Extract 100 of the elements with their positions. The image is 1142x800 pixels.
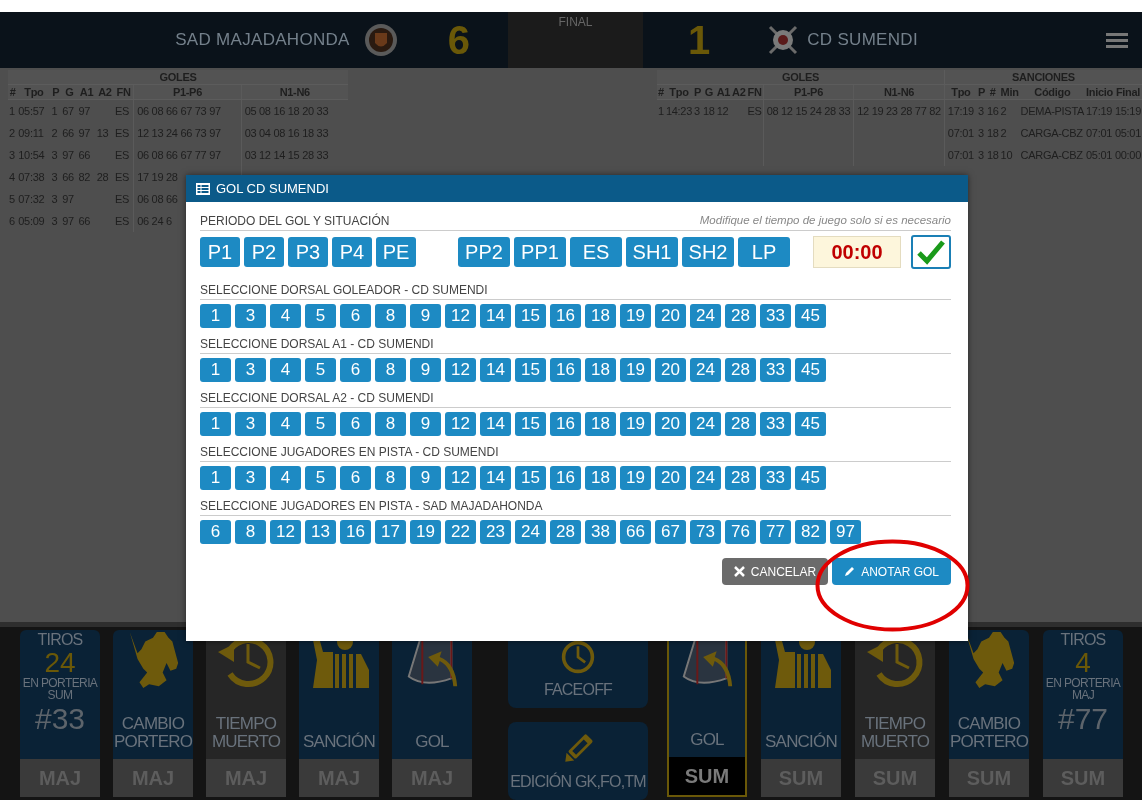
jersey-number-button[interactable]: 1 bbox=[200, 466, 231, 490]
jersey-number-button[interactable]: 14 bbox=[480, 466, 511, 490]
jersey-number-button[interactable]: 77 bbox=[760, 520, 791, 544]
jersey-number-button[interactable]: 3 bbox=[235, 466, 266, 490]
jersey-number-button[interactable]: 20 bbox=[655, 358, 686, 382]
jersey-number-button[interactable]: 6 bbox=[340, 358, 371, 382]
jersey-number-button[interactable]: 6 bbox=[340, 466, 371, 490]
jersey-number-button[interactable]: 19 bbox=[410, 520, 441, 544]
situation-button[interactable]: LP bbox=[738, 237, 790, 267]
jersey-number-button[interactable]: 5 bbox=[305, 304, 336, 328]
confirm-button[interactable] bbox=[911, 235, 951, 269]
jersey-number-button[interactable]: 28 bbox=[550, 520, 581, 544]
jersey-number-button[interactable]: 9 bbox=[410, 358, 441, 382]
jersey-number-button[interactable]: 5 bbox=[305, 466, 336, 490]
jersey-number-button[interactable]: 16 bbox=[550, 412, 581, 436]
situation-button[interactable]: ES bbox=[570, 237, 622, 267]
jersey-number-button[interactable]: 12 bbox=[445, 304, 476, 328]
jersey-number-button[interactable]: 4 bbox=[270, 412, 301, 436]
jersey-number-button[interactable]: 24 bbox=[690, 358, 721, 382]
jersey-number-button[interactable]: 15 bbox=[515, 358, 546, 382]
jersey-number-button[interactable]: 38 bbox=[585, 520, 616, 544]
jersey-number-button[interactable]: 13 bbox=[305, 520, 336, 544]
jersey-number-button[interactable]: 15 bbox=[515, 304, 546, 328]
jersey-number-button[interactable]: 6 bbox=[340, 304, 371, 328]
situation-button[interactable]: PP1 bbox=[514, 237, 566, 267]
jersey-number-button[interactable]: 1 bbox=[200, 304, 231, 328]
jersey-number-button[interactable]: 24 bbox=[515, 520, 546, 544]
jersey-number-button[interactable]: 8 bbox=[375, 412, 406, 436]
jersey-number-button[interactable]: 18 bbox=[585, 412, 616, 436]
jersey-number-button[interactable]: 12 bbox=[445, 466, 476, 490]
jersey-number-button[interactable]: 8 bbox=[375, 304, 406, 328]
cancel-button[interactable]: CANCELAR bbox=[721, 558, 829, 585]
jersey-number-button[interactable]: 28 bbox=[725, 466, 756, 490]
jersey-number-button[interactable]: 28 bbox=[725, 358, 756, 382]
jersey-number-button[interactable]: 24 bbox=[690, 466, 721, 490]
menu-icon[interactable] bbox=[1106, 31, 1128, 49]
jersey-number-button[interactable]: 17 bbox=[375, 520, 406, 544]
jersey-number-button[interactable]: 1 bbox=[200, 412, 231, 436]
period-button[interactable]: P4 bbox=[332, 237, 372, 267]
jersey-number-button[interactable]: 73 bbox=[690, 520, 721, 544]
period-button[interactable]: PE bbox=[376, 237, 416, 267]
jersey-number-button[interactable]: 9 bbox=[410, 304, 441, 328]
jersey-number-button[interactable]: 97 bbox=[830, 520, 861, 544]
jersey-number-button[interactable]: 20 bbox=[655, 412, 686, 436]
jersey-number-button[interactable]: 12 bbox=[445, 358, 476, 382]
jersey-number-button[interactable]: 33 bbox=[760, 466, 791, 490]
jersey-number-button[interactable]: 24 bbox=[690, 304, 721, 328]
jersey-number-button[interactable]: 16 bbox=[550, 304, 581, 328]
jersey-number-button[interactable]: 45 bbox=[795, 358, 826, 382]
jersey-number-button[interactable]: 1 bbox=[200, 358, 231, 382]
jersey-number-button[interactable]: 18 bbox=[585, 466, 616, 490]
jersey-number-button[interactable]: 9 bbox=[410, 412, 441, 436]
jersey-number-button[interactable]: 3 bbox=[235, 358, 266, 382]
jersey-number-button[interactable]: 8 bbox=[375, 358, 406, 382]
jersey-number-button[interactable]: 22 bbox=[445, 520, 476, 544]
jersey-number-button[interactable]: 15 bbox=[515, 466, 546, 490]
jersey-number-button[interactable]: 19 bbox=[620, 358, 651, 382]
jersey-number-button[interactable]: 19 bbox=[620, 466, 651, 490]
jersey-number-button[interactable]: 45 bbox=[795, 304, 826, 328]
situation-button[interactable]: PP2 bbox=[458, 237, 510, 267]
jersey-number-button[interactable]: 20 bbox=[655, 304, 686, 328]
jersey-number-button[interactable]: 19 bbox=[620, 412, 651, 436]
jersey-number-button[interactable]: 24 bbox=[690, 412, 721, 436]
jersey-number-button[interactable]: 14 bbox=[480, 358, 511, 382]
jersey-number-button[interactable]: 5 bbox=[305, 358, 336, 382]
jersey-number-button[interactable]: 45 bbox=[795, 466, 826, 490]
jersey-number-button[interactable]: 3 bbox=[235, 412, 266, 436]
submit-button[interactable]: ANOTAR GOL bbox=[832, 558, 951, 585]
jersey-number-button[interactable]: 4 bbox=[270, 304, 301, 328]
jersey-number-button[interactable]: 12 bbox=[445, 412, 476, 436]
jersey-number-button[interactable]: 12 bbox=[270, 520, 301, 544]
jersey-number-button[interactable]: 20 bbox=[655, 466, 686, 490]
jersey-number-button[interactable]: 5 bbox=[305, 412, 336, 436]
jersey-number-button[interactable]: 45 bbox=[795, 412, 826, 436]
jersey-number-button[interactable]: 16 bbox=[340, 520, 371, 544]
jersey-number-button[interactable]: 14 bbox=[480, 412, 511, 436]
period-button[interactable]: P1 bbox=[200, 237, 240, 267]
jersey-number-button[interactable]: 18 bbox=[585, 358, 616, 382]
situation-button[interactable]: SH2 bbox=[682, 237, 734, 267]
edit-tile[interactable]: EDICIÓN GK,FO,TM bbox=[508, 722, 648, 800]
jersey-number-button[interactable]: 33 bbox=[760, 358, 791, 382]
period-button[interactable]: P3 bbox=[288, 237, 328, 267]
jersey-number-button[interactable]: 8 bbox=[235, 520, 266, 544]
jersey-number-button[interactable]: 3 bbox=[235, 304, 266, 328]
jersey-number-button[interactable]: 23 bbox=[480, 520, 511, 544]
time-field[interactable]: 00:00 bbox=[813, 236, 901, 268]
jersey-number-button[interactable]: 9 bbox=[410, 466, 441, 490]
jersey-number-button[interactable]: 33 bbox=[760, 304, 791, 328]
jersey-number-button[interactable]: 18 bbox=[585, 304, 616, 328]
jersey-number-button[interactable]: 19 bbox=[620, 304, 651, 328]
jersey-number-button[interactable]: 28 bbox=[725, 412, 756, 436]
jersey-number-button[interactable]: 16 bbox=[550, 466, 581, 490]
jersey-number-button[interactable]: 66 bbox=[620, 520, 651, 544]
jersey-number-button[interactable]: 6 bbox=[200, 520, 231, 544]
jersey-number-button[interactable]: 6 bbox=[340, 412, 371, 436]
jersey-number-button[interactable]: 15 bbox=[515, 412, 546, 436]
jersey-number-button[interactable]: 16 bbox=[550, 358, 581, 382]
jersey-number-button[interactable]: 8 bbox=[375, 466, 406, 490]
period-button[interactable]: P2 bbox=[244, 237, 284, 267]
situation-button[interactable]: SH1 bbox=[626, 237, 678, 267]
